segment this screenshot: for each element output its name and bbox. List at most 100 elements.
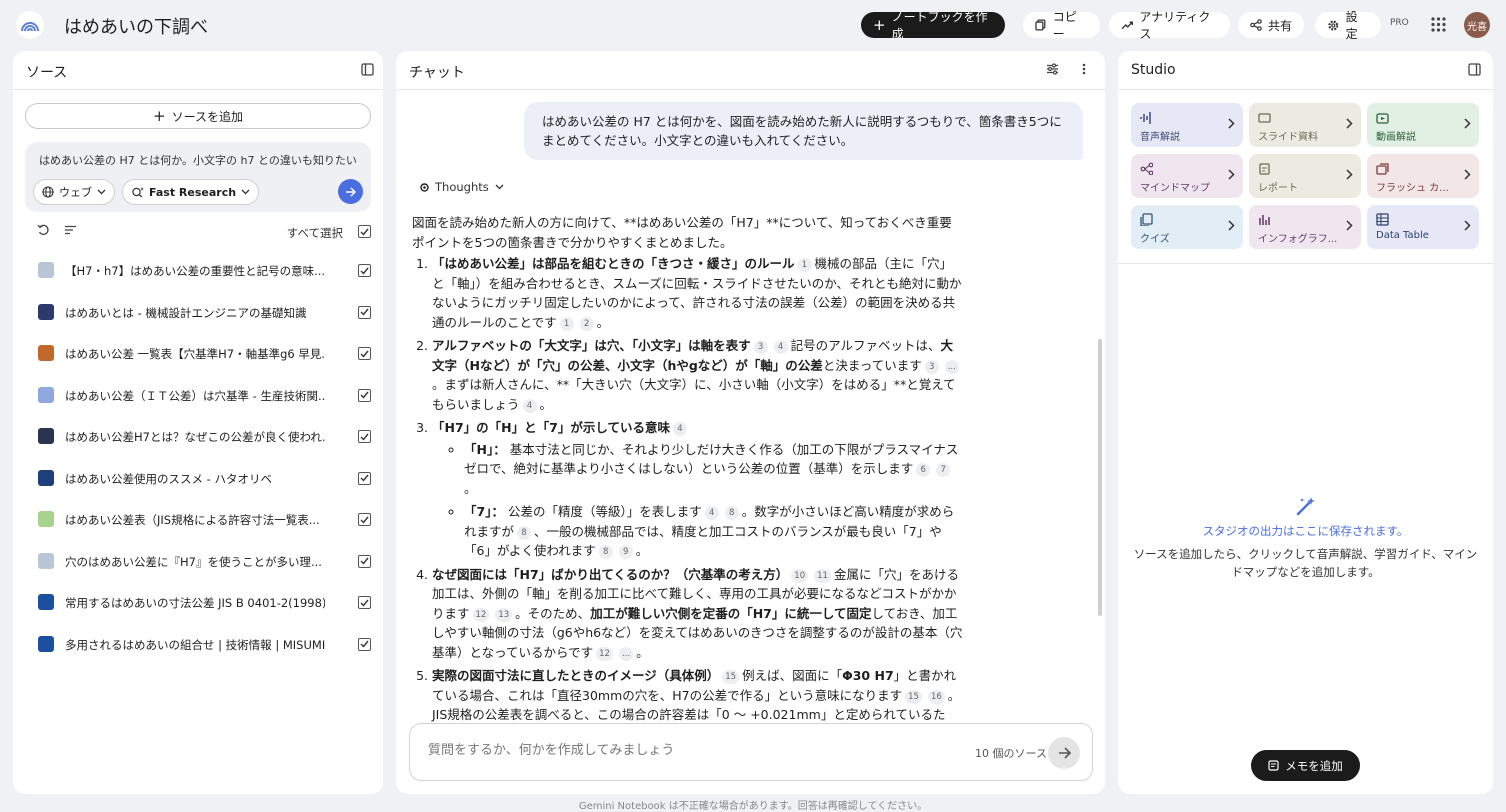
- thoughts-toggle[interactable]: Thoughts: [420, 180, 504, 194]
- point-text: 。そのため、: [515, 605, 591, 621]
- point-end: 。: [636, 644, 649, 660]
- studio-tile-label: レポート: [1258, 183, 1298, 194]
- source-checkbox[interactable]: [358, 554, 371, 568]
- studio-tile-slides[interactable]: スライド資料: [1249, 103, 1361, 147]
- research-mode-dropdown[interactable]: Fast Research: [122, 179, 260, 205]
- source-checkbox[interactable]: [358, 471, 371, 485]
- citation-chip[interactable]: 4: [522, 398, 537, 413]
- citation-chip[interactable]: 12: [472, 607, 490, 622]
- citation-chip[interactable]: 3: [753, 340, 768, 354]
- citation-chip[interactable]: 8: [517, 525, 532, 540]
- studio-tile-report[interactable]: レポート: [1249, 154, 1361, 198]
- source-checkbox[interactable]: [358, 305, 371, 319]
- add-memo-button[interactable]: メモを追加: [1251, 750, 1360, 781]
- citation-chip[interactable]: 16: [927, 689, 945, 704]
- citation-chip[interactable]: 15: [722, 670, 740, 684]
- source-checkbox[interactable]: [358, 596, 371, 609]
- citation-chip[interactable]: 3: [924, 359, 939, 374]
- sort-icon[interactable]: [64, 225, 77, 235]
- source-item[interactable]: 常用するはめあいの寸法公差 JIS B 0401-2(1998)...: [13, 582, 383, 623]
- tune-icon[interactable]: [1046, 63, 1059, 75]
- chevron-down-icon: [495, 184, 504, 190]
- source-item[interactable]: 多用されるはめあいの組合せ | 技術情報 | MISUMI...: [13, 624, 383, 665]
- chat-input[interactable]: [428, 743, 948, 758]
- panel-divider: [1118, 89, 1493, 90]
- copy-button[interactable]: コピー: [1023, 10, 1100, 41]
- citation-chip[interactable]: 2: [579, 316, 594, 331]
- source-item[interactable]: はめあい公差 一覧表【穴基準H7・軸基準g6 早見...: [13, 333, 383, 374]
- studio-tile-flashcard[interactable]: フラッシュ カ...: [1367, 154, 1479, 198]
- plus-icon: +: [873, 15, 886, 34]
- citation-chip[interactable]: 4: [672, 422, 687, 436]
- share-button[interactable]: 共有: [1238, 12, 1304, 38]
- citation-chip[interactable]: 8: [724, 506, 739, 520]
- studio-tile-mindmap[interactable]: マインドマップ: [1131, 154, 1243, 198]
- citation-chip[interactable]: 6: [916, 463, 931, 477]
- citation-chip[interactable]: ...: [618, 646, 634, 661]
- collapse-panel-icon[interactable]: [361, 63, 374, 76]
- check-icon: [360, 474, 369, 482]
- sub-heading: 「7」：: [464, 504, 504, 519]
- check-icon: [360, 557, 369, 565]
- source-checkbox[interactable]: [358, 264, 371, 277]
- gear-icon: [1328, 20, 1339, 30]
- source-item[interactable]: はめあい公差表（JIS規格による許容寸法一覧表...: [13, 499, 383, 540]
- source-item[interactable]: はめあい公差（ＩＴ公差）は穴基準 - 生産技術関...: [13, 375, 383, 416]
- refresh-icon[interactable]: [37, 224, 50, 236]
- point-heading: 「はめあい公差」は部品を組むときの「きつさ・緩さ」のルール: [432, 256, 795, 271]
- notebook-title[interactable]: はめあいの下調べ: [64, 13, 208, 39]
- citation-chip[interactable]: 11: [814, 568, 831, 583]
- citation-chip[interactable]: 10: [791, 568, 809, 583]
- studio-tile-label: マインドマップ: [1140, 183, 1210, 194]
- source-item[interactable]: はめあい公差使用のススメ - ハタオリベ: [13, 458, 383, 499]
- source-item-label: 穴のはめあい公差に『H7』を使うことが多い理...: [65, 554, 322, 569]
- citation-chip[interactable]: ...: [944, 359, 959, 374]
- sub-list: 「H」： 基本寸法と同じか、それより少しだけ大きく作る（加工の下限がプラスマイナ…: [432, 440, 964, 561]
- source-item[interactable]: はめあい公差H7とは？なぜこの公差が良く使われ...: [13, 416, 383, 457]
- citation-chip[interactable]: 1: [559, 316, 574, 331]
- citation-chip[interactable]: 4: [773, 340, 788, 354]
- studio-tile-table[interactable]: Data Table: [1367, 205, 1479, 249]
- source-item[interactable]: 穴のはめあい公差に『H7』を使うことが多い理...: [13, 541, 383, 582]
- submit-research-button[interactable]: [338, 179, 363, 204]
- citation-chip[interactable]: 9: [618, 545, 633, 559]
- apps-grid-icon[interactable]: [1431, 17, 1446, 32]
- send-button[interactable]: [1048, 737, 1080, 769]
- web-source-dropdown[interactable]: ウェブ: [33, 179, 115, 205]
- studio-tile-quiz[interactable]: クイズ: [1131, 205, 1243, 249]
- source-checkbox[interactable]: [358, 388, 371, 402]
- studio-tile-waveform[interactable]: 音声解説: [1131, 103, 1243, 147]
- citation-chip[interactable]: 12: [596, 646, 613, 661]
- analytics-button[interactable]: アナリティクス: [1109, 10, 1230, 41]
- source-checkbox[interactable]: [358, 637, 371, 651]
- source-item[interactable]: 【H7・h7】はめあい公差の重要性と記号の意味...: [13, 250, 383, 291]
- studio-tile-video[interactable]: 動画解説: [1367, 103, 1479, 147]
- analytics-label: アナリティクス: [1139, 10, 1211, 41]
- citation-chip[interactable]: 13: [495, 607, 513, 622]
- app-logo[interactable]: [16, 11, 44, 39]
- settings-label: 設定: [1345, 10, 1358, 41]
- user-avatar[interactable]: 光喜: [1464, 12, 1490, 38]
- check-icon: [360, 391, 369, 399]
- create-notebook-button[interactable]: + ノートブックを作成: [861, 10, 1005, 41]
- citation-chip[interactable]: 4: [704, 506, 719, 520]
- sub-text: 基本寸法と同じか、それより少しだけ大きく作る（加工の下限がプラスマイナスゼロで、…: [464, 441, 959, 477]
- citation-chip[interactable]: 15: [905, 689, 922, 704]
- citation-chip[interactable]: 8: [598, 545, 613, 559]
- add-source-button[interactable]: + ソースを追加: [25, 103, 371, 129]
- citation-chip[interactable]: 7: [936, 463, 951, 477]
- collapse-panel-icon[interactable]: [1468, 63, 1481, 76]
- chat-messages[interactable]: はめあい公差の H7 とは何かを、図面を読み始めた新人に説明するつもりで、箇条書…: [396, 90, 1105, 724]
- chat-scrollbar[interactable]: [1098, 339, 1102, 616]
- point-heading: 「H7」の「H」と「7」が示している意味: [432, 420, 670, 435]
- research-query-input[interactable]: はめあい公差の H7 とは何か。小文字の h7 との違いも知りたい: [39, 152, 357, 168]
- source-item[interactable]: はめあいとは - 機械設計エンジニアの基礎知識: [13, 292, 383, 333]
- source-checkbox[interactable]: [358, 347, 371, 360]
- source-checkbox[interactable]: [358, 430, 371, 443]
- citation-chip[interactable]: 1: [797, 258, 812, 272]
- more-vert-icon[interactable]: [1082, 63, 1086, 75]
- source-checkbox[interactable]: [358, 513, 371, 526]
- studio-tile-infographic[interactable]: インフォグラフ...: [1249, 205, 1361, 249]
- select-all-checkbox[interactable]: [358, 225, 371, 238]
- settings-button[interactable]: 設定: [1315, 10, 1381, 41]
